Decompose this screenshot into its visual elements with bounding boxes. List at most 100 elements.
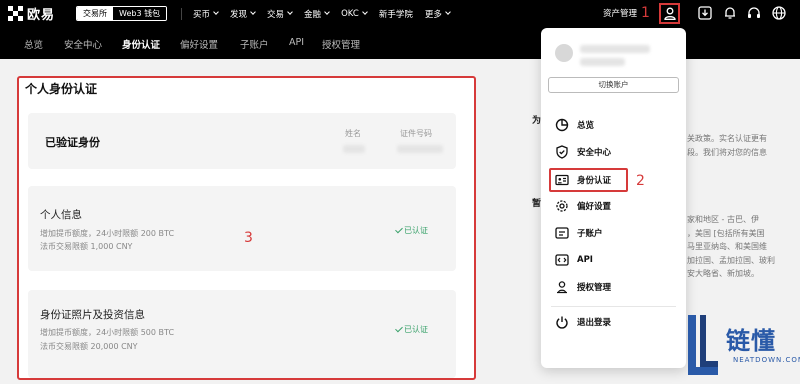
menu-item-authorization[interactable]: 授权管理 xyxy=(555,279,611,295)
api-icon xyxy=(555,254,569,266)
watermark-text: 链懂 xyxy=(726,327,776,355)
menu-item-label: API xyxy=(577,255,593,265)
menu-item-label: 总览 xyxy=(577,121,595,131)
id-photo-desc-1: 增加提币额度，24小时限额 500 BTC xyxy=(40,328,175,337)
mode-switch: 交易所 Web3 钱包 xyxy=(76,6,168,21)
headset-icon[interactable] xyxy=(746,5,762,21)
mode-web3-wallet-button[interactable]: Web3 钱包 xyxy=(113,7,167,20)
nav-okc[interactable]: OKC xyxy=(341,8,368,19)
chevron-down-icon xyxy=(287,9,293,15)
personal-info-desc-1: 增加提币额度，24小时限额 200 BTC xyxy=(40,229,175,238)
pie-chart-icon xyxy=(555,118,569,132)
tab-overview[interactable]: 总览 xyxy=(24,37,43,51)
nav-buy-crypto[interactable]: 买币 xyxy=(193,8,219,20)
personal-info-desc-2: 法币交易限额 1,000 CNY xyxy=(40,242,133,251)
check-icon xyxy=(395,225,403,234)
nav-academy[interactable]: 新手学院 xyxy=(379,8,413,20)
side-text-line: 安大略省、新加坡。 xyxy=(687,269,759,278)
nav-label: 更多 xyxy=(424,9,442,20)
okx-logo[interactable]: 欧易 xyxy=(8,6,56,23)
nav-label: 新手学院 xyxy=(378,9,413,20)
chevron-down-icon xyxy=(445,9,451,15)
bell-icon[interactable] xyxy=(722,5,738,21)
page-title: 个人身份认证 xyxy=(25,82,98,96)
globe-icon[interactable] xyxy=(771,5,787,21)
nav-label: 金融 xyxy=(304,9,322,20)
menu-item-label: 授权管理 xyxy=(577,283,612,293)
menu-item-label: 退出登录 xyxy=(577,318,612,328)
menu-item-label: 安全中心 xyxy=(577,148,612,158)
menu-item-overview[interactable]: 总览 xyxy=(555,117,594,133)
menu-item-security-center[interactable]: 安全中心 xyxy=(555,144,611,160)
top-bar: 欧易 交易所 Web3 钱包 买币 发现 交易 金融 OKC 新手学院 更多 资… xyxy=(0,0,800,27)
identity-verification-highlight xyxy=(549,168,628,192)
nav-label: 发现 xyxy=(230,9,248,20)
personal-info-title: 个人信息 xyxy=(40,209,82,221)
menu-item-label: 偏好设置 xyxy=(577,202,612,212)
name-column-label: 姓名 xyxy=(345,129,361,138)
side-text-line: 段。我们将对您的信息 xyxy=(687,148,767,157)
chevron-down-icon xyxy=(250,9,256,15)
sub-account-icon xyxy=(555,227,569,239)
side-heading-2: 暂 xyxy=(532,199,542,209)
switch-account-button[interactable]: 切换账户 xyxy=(548,77,679,93)
menu-item-logout[interactable]: 退出登录 xyxy=(555,314,611,330)
step-marker-2: 2 xyxy=(636,173,645,189)
nav-label: 交易 xyxy=(267,9,285,20)
id-photo-status-badge: 已认证 xyxy=(395,324,428,335)
step-marker-3: 3 xyxy=(244,230,253,246)
verified-identity-title: 已验证身份 xyxy=(45,136,100,149)
menu-item-sub-accounts[interactable]: 子账户 xyxy=(555,225,603,241)
side-text-line: 关政策。实名认证更有 xyxy=(687,134,767,143)
chevron-down-icon xyxy=(361,9,368,15)
masked-name xyxy=(343,145,365,153)
tab-identity-verification[interactable]: 身份认证 xyxy=(122,37,160,51)
watermark-logo-icon xyxy=(688,315,718,375)
tab-api[interactable]: API xyxy=(289,37,304,48)
check-icon xyxy=(395,324,403,333)
menu-divider xyxy=(551,306,676,307)
personal-info-status-badge: 已认证 xyxy=(395,225,428,236)
nav-more[interactable]: 更多 xyxy=(424,8,451,20)
power-icon xyxy=(556,316,568,329)
tab-sub-accounts[interactable]: 子账户 xyxy=(240,37,269,51)
topbar-divider xyxy=(181,8,182,20)
logo-text: 欧易 xyxy=(27,8,56,23)
side-text-line: 马里亚纳岛、和美国维 xyxy=(687,242,767,251)
id-number-column-label: 证件号码 xyxy=(400,129,432,138)
gear-icon xyxy=(556,200,568,212)
tab-authorization[interactable]: 授权管理 xyxy=(322,37,360,51)
shield-icon xyxy=(556,145,568,159)
download-icon[interactable] xyxy=(697,5,713,21)
authorization-icon xyxy=(557,281,567,294)
status-label: 已认证 xyxy=(404,325,428,334)
nav-finance[interactable]: 金融 xyxy=(304,8,330,20)
nav-label: OKC xyxy=(341,8,359,19)
id-photo-title: 身份证照片及投资信息 xyxy=(40,309,145,321)
side-text-line: 家和地区 - 古巴、伊 xyxy=(687,215,759,224)
step-marker-1: 1 xyxy=(641,5,650,21)
side-text-line: 加拉国、孟加拉国、玻利 xyxy=(687,256,775,265)
menu-item-preferences[interactable]: 偏好设置 xyxy=(555,198,611,214)
masked-username xyxy=(580,45,650,53)
masked-user-id xyxy=(580,58,625,66)
id-photo-desc-2: 法币交易限额 20,000 CNY xyxy=(40,342,138,351)
menu-item-label: 子账户 xyxy=(577,229,603,239)
status-label: 已认证 xyxy=(404,226,428,235)
nav-trade[interactable]: 交易 xyxy=(267,8,293,20)
mode-exchange-button[interactable]: 交易所 xyxy=(77,7,113,20)
masked-id-number xyxy=(397,145,443,153)
asset-management-link[interactable]: 资产管理 xyxy=(603,7,637,19)
tab-security-center[interactable]: 安全中心 xyxy=(64,37,102,51)
chevron-down-icon xyxy=(213,9,219,15)
avatar xyxy=(555,44,573,62)
side-text-line: ，美国 [包括所有美国 xyxy=(687,229,765,238)
user-menu-button[interactable] xyxy=(659,3,680,24)
watermark-subtext: NEATDOWN.COM xyxy=(733,356,800,364)
main-nav: 买币 发现 交易 金融 OKC 新手学院 更多 xyxy=(193,0,462,27)
logo-mark-icon xyxy=(8,6,23,21)
side-heading-1: 为 xyxy=(532,116,542,126)
menu-item-api[interactable]: API xyxy=(555,252,593,268)
tab-preferences[interactable]: 偏好设置 xyxy=(180,37,218,51)
nav-discover[interactable]: 发现 xyxy=(230,8,256,20)
